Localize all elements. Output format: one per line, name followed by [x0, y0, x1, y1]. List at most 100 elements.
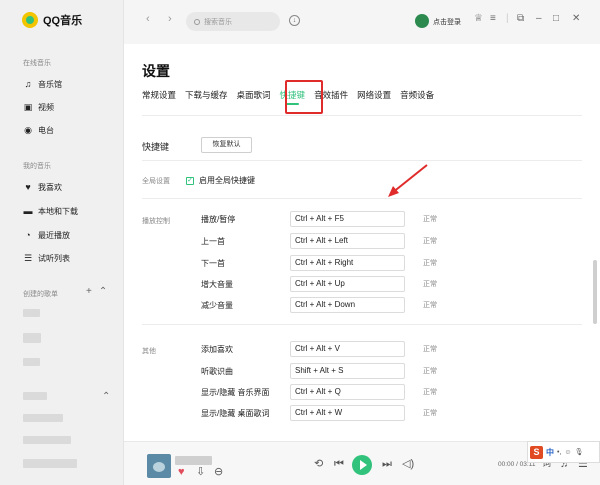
- hotkey-input[interactable]: Ctrl + Alt + Up: [290, 276, 405, 292]
- hotkey-name: 显示/隐藏 桌面歌词: [201, 409, 270, 418]
- hotkey-row: 增大音量 Ctrl + Alt + Up 正常: [124, 276, 600, 292]
- sidebar-item-trial-list[interactable]: ☰ 试听列表: [23, 253, 70, 264]
- volume-icon[interactable]: ◁): [402, 459, 414, 470]
- forward-arrow-icon[interactable]: ›: [168, 13, 172, 25]
- sidebar-item-radio[interactable]: ◉ 电台: [23, 125, 54, 136]
- app-name: QQ音乐: [43, 15, 83, 27]
- hotkey-input[interactable]: Ctrl + Alt + Right: [290, 255, 405, 271]
- section-title: 快捷键: [142, 142, 170, 152]
- sidebar-item-music-hall[interactable]: ♫ 音乐馆: [23, 79, 62, 90]
- tab-network[interactable]: 网络设置: [357, 89, 391, 101]
- minimize-icon[interactable]: –: [536, 14, 542, 24]
- hotkey-input[interactable]: Ctrl + Alt + F5: [290, 211, 405, 227]
- hotkey-input[interactable]: Shift + Alt + S: [290, 363, 405, 379]
- mic-icon[interactable]: 🎙: [575, 448, 584, 456]
- sidebar-item-label: 最近播放: [38, 231, 70, 240]
- hotkey-name: 显示/隐藏 音乐界面: [201, 388, 270, 397]
- blurred-playlist-item[interactable]: [23, 459, 77, 468]
- hotkey-row: 上一首 Ctrl + Alt + Left 正常: [124, 233, 600, 249]
- global-hotkey-toggle[interactable]: ✓ 启用全局快捷键: [186, 175, 255, 186]
- hotkey-input[interactable]: Ctrl + Alt + Q: [290, 384, 405, 400]
- menu-icon[interactable]: ≡: [490, 14, 496, 24]
- avatar[interactable]: [415, 14, 429, 28]
- sidebar-item-label: 视频: [38, 103, 54, 112]
- section-label-my-music: 我的音乐: [23, 163, 51, 170]
- scrollbar[interactable]: [593, 260, 597, 324]
- divider: [142, 115, 582, 116]
- emoji-icon[interactable]: ☺: [564, 449, 571, 456]
- hotkey-status: 正常: [423, 389, 437, 396]
- play-button[interactable]: [352, 455, 372, 475]
- download-icon[interactable]: ↓: [289, 15, 300, 26]
- sogou-logo-icon[interactable]: S: [530, 445, 543, 459]
- checkbox-label: 启用全局快捷键: [199, 176, 255, 185]
- previous-icon[interactable]: ⏮: [334, 459, 344, 470]
- next-icon[interactable]: ⏭: [382, 459, 392, 470]
- sidebar-item-recent[interactable]: ◔ 最近播放: [23, 230, 70, 241]
- search-input[interactable]: 搜索音乐: [186, 12, 280, 31]
- mini-mode-icon[interactable]: ⧉: [517, 14, 524, 24]
- blurred-playlist-item[interactable]: [23, 333, 41, 343]
- skin-icon[interactable]: ♕: [474, 14, 483, 24]
- loop-icon[interactable]: ⟲: [314, 459, 323, 470]
- tab-general[interactable]: 常规设置: [142, 89, 176, 101]
- ime-mode[interactable]: 中: [546, 447, 554, 458]
- search-icon: [194, 18, 200, 25]
- hotkey-status: 正常: [423, 346, 437, 353]
- sidebar-item-favorites[interactable]: ♥ 我喜欢: [23, 182, 62, 193]
- login-link[interactable]: 点击登录: [433, 17, 461, 27]
- top-bar: ‹ › 搜索音乐 ↓ 点击登录 ♕ ≡ | ⧉ – □ ✕: [124, 0, 600, 44]
- app-logo[interactable]: QQ音乐: [22, 12, 82, 28]
- hotkey-row: 显示/隐藏 桌面歌词 Ctrl + Alt + W 正常: [124, 405, 600, 421]
- more-icon[interactable]: ⊖: [214, 467, 223, 478]
- clock-icon: ◔: [25, 230, 31, 240]
- blurred-playlist-item[interactable]: [23, 414, 63, 422]
- tab-audio-device[interactable]: 音频设备: [400, 89, 434, 101]
- group-label-global: 全局设置: [142, 178, 170, 185]
- hotkey-name: 听歌识曲: [201, 367, 233, 376]
- plus-icon[interactable]: +: [86, 286, 92, 297]
- blurred-playlist-item[interactable]: [23, 358, 40, 366]
- hotkey-input[interactable]: Ctrl + Alt + Left: [290, 233, 405, 249]
- hotkey-status: 正常: [423, 302, 437, 309]
- punctuation-icon[interactable]: •,: [557, 449, 561, 456]
- blurred-playlist-item[interactable]: [23, 436, 71, 444]
- back-arrow-icon[interactable]: ‹: [146, 13, 150, 25]
- radio-icon: ◉: [24, 125, 32, 135]
- album-cover[interactable]: [147, 454, 171, 478]
- chevron-up-icon[interactable]: ⌃: [99, 286, 107, 297]
- hotkey-row: 听歌识曲 Shift + Alt + S 正常: [124, 363, 600, 379]
- maximize-icon[interactable]: □: [553, 14, 559, 24]
- tab-desktop-lyrics[interactable]: 桌面歌词: [237, 89, 271, 101]
- hotkey-input[interactable]: Ctrl + Alt + V: [290, 341, 405, 357]
- divider: |: [506, 13, 509, 24]
- heart-icon[interactable]: ♥: [178, 467, 185, 478]
- sidebar-item-video[interactable]: ▣ 视频: [23, 102, 54, 113]
- hotkey-status: 正常: [423, 410, 437, 417]
- checkbox-checked-icon[interactable]: ✓: [186, 176, 194, 185]
- sidebar-item-local-downloads[interactable]: ▬ 本地和下载: [23, 206, 79, 217]
- restore-defaults-button[interactable]: 恢复默认: [201, 137, 252, 153]
- video-icon: ▣: [23, 102, 33, 112]
- section-label-online: 在线音乐: [23, 60, 51, 67]
- section-label-created-playlists: 创建的歌单: [23, 291, 58, 298]
- tab-download-cache[interactable]: 下载与缓存: [185, 89, 228, 101]
- blurred-song-title[interactable]: [175, 456, 212, 465]
- hotkey-input[interactable]: Ctrl + Alt + W: [290, 405, 405, 421]
- hotkey-row: 添加喜欢 Ctrl + Alt + V 正常: [124, 341, 600, 357]
- hotkey-status: 正常: [423, 368, 437, 375]
- blurred-section-label: [23, 392, 47, 400]
- hotkey-input[interactable]: Ctrl + Alt + Down: [290, 297, 405, 313]
- blurred-playlist-item[interactable]: [23, 309, 40, 317]
- sidebar-item-label: 试听列表: [38, 254, 70, 263]
- hotkey-row: 显示/隐藏 音乐界面 Ctrl + Alt + Q 正常: [124, 384, 600, 400]
- divider: [142, 160, 582, 161]
- hotkey-name: 减少音量: [201, 301, 233, 310]
- sidebar-item-label: 音乐馆: [38, 80, 62, 89]
- download-icon[interactable]: ⇩: [196, 467, 205, 478]
- hotkey-status: 正常: [423, 216, 437, 223]
- chevron-up-icon[interactable]: ⌃: [102, 391, 110, 402]
- sidebar-item-label: 我喜欢: [38, 183, 62, 192]
- ime-toolbar: S 中 •, ☺ 🎙: [527, 441, 600, 463]
- close-icon[interactable]: ✕: [572, 14, 580, 24]
